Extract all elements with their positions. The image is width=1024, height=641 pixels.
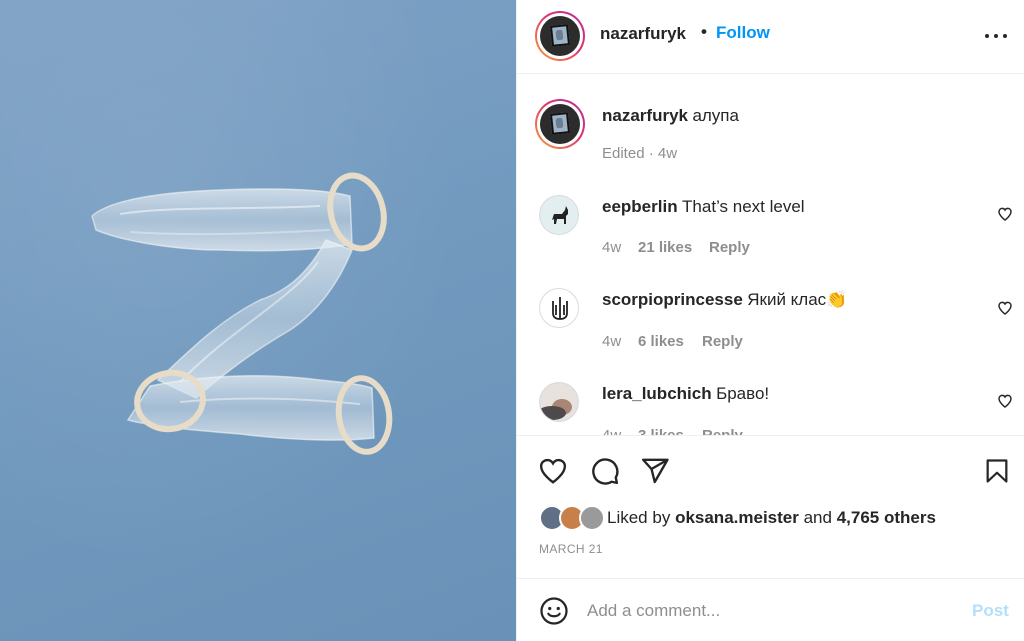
follow-button[interactable]: Follow: [716, 23, 770, 43]
photo-avatar-icon: [540, 383, 578, 421]
add-comment-bar: Post: [517, 578, 1024, 641]
comment-text: Який клас👏: [747, 290, 848, 309]
smiley-icon[interactable]: [539, 596, 569, 626]
author-avatar[interactable]: [535, 11, 585, 61]
comment-text: Браво!: [716, 384, 770, 403]
comment-line: eepberlin That’s next level: [602, 197, 805, 217]
liker-avatar: [579, 505, 605, 531]
comment-text: That’s next level: [682, 197, 805, 216]
post-date[interactable]: MARCH 21: [539, 542, 603, 556]
liked-prefix: Liked by: [607, 508, 671, 527]
caption-meta: Edited · 4w: [602, 145, 678, 162]
heart-icon[interactable]: [997, 300, 1013, 316]
donkey-icon: [552, 206, 568, 224]
post-panel: nazarfuryk • Follow nazarfuryk алупа Edi…: [516, 0, 1024, 641]
liked-others[interactable]: 4,765 others: [837, 508, 936, 527]
comment-age: 4w: [602, 427, 622, 436]
comment-input[interactable]: [587, 599, 947, 623]
comment-age: 4w: [602, 333, 622, 350]
comment-line: scorpioprincesse Який клас👏: [602, 290, 847, 310]
comments-list[interactable]: nazarfuryk алупа Edited · 4w eepberlin T…: [517, 75, 1024, 436]
paper-plane-icon[interactable]: [640, 456, 670, 486]
commenter-avatar[interactable]: [539, 195, 579, 235]
comment-username[interactable]: eepberlin: [602, 197, 678, 216]
post-button[interactable]: Post: [972, 601, 1009, 621]
comment-icon[interactable]: [590, 456, 620, 486]
reply-button[interactable]: Reply: [702, 333, 743, 350]
comment-username[interactable]: scorpioprincesse: [602, 290, 743, 309]
reply-button[interactable]: Reply: [709, 239, 750, 256]
comment-username[interactable]: lera_lubchich: [602, 384, 712, 403]
post-photo[interactable]: [0, 0, 516, 641]
reply-button[interactable]: Reply: [702, 427, 743, 435]
comment-likes[interactable]: 6 likes: [638, 333, 684, 350]
caption-username[interactable]: nazarfuryk: [602, 106, 688, 125]
heart-icon[interactable]: [997, 393, 1013, 409]
photo-content: [91, 172, 393, 455]
comment-line: lera_lubchich Браво!: [602, 384, 769, 404]
comment-likes[interactable]: 21 likes: [638, 239, 692, 256]
comment-age: 4w: [602, 239, 622, 256]
heart-icon[interactable]: [538, 456, 568, 486]
liked-user[interactable]: oksana.meister: [675, 508, 799, 527]
commenter-avatar[interactable]: [539, 382, 579, 422]
caption-line: nazarfuryk алупа: [602, 106, 739, 126]
author-username[interactable]: nazarfuryk: [600, 24, 686, 44]
liked-middle: and: [803, 508, 832, 527]
caption-text: алупа: [692, 106, 739, 125]
trident-icon: [552, 297, 568, 320]
heart-icon[interactable]: [997, 206, 1013, 222]
liked-by-text: Liked by oksana.meister and 4,765 others: [607, 508, 936, 528]
bookmark-icon[interactable]: [983, 456, 1011, 486]
more-dots-icon[interactable]: [985, 25, 1007, 47]
caption-avatar[interactable]: [535, 99, 585, 149]
post-header: nazarfuryk • Follow: [517, 0, 1024, 74]
commenter-avatar[interactable]: [539, 288, 579, 328]
comment-likes[interactable]: 3 likes: [638, 427, 684, 435]
separator-dot: •: [701, 22, 707, 41]
